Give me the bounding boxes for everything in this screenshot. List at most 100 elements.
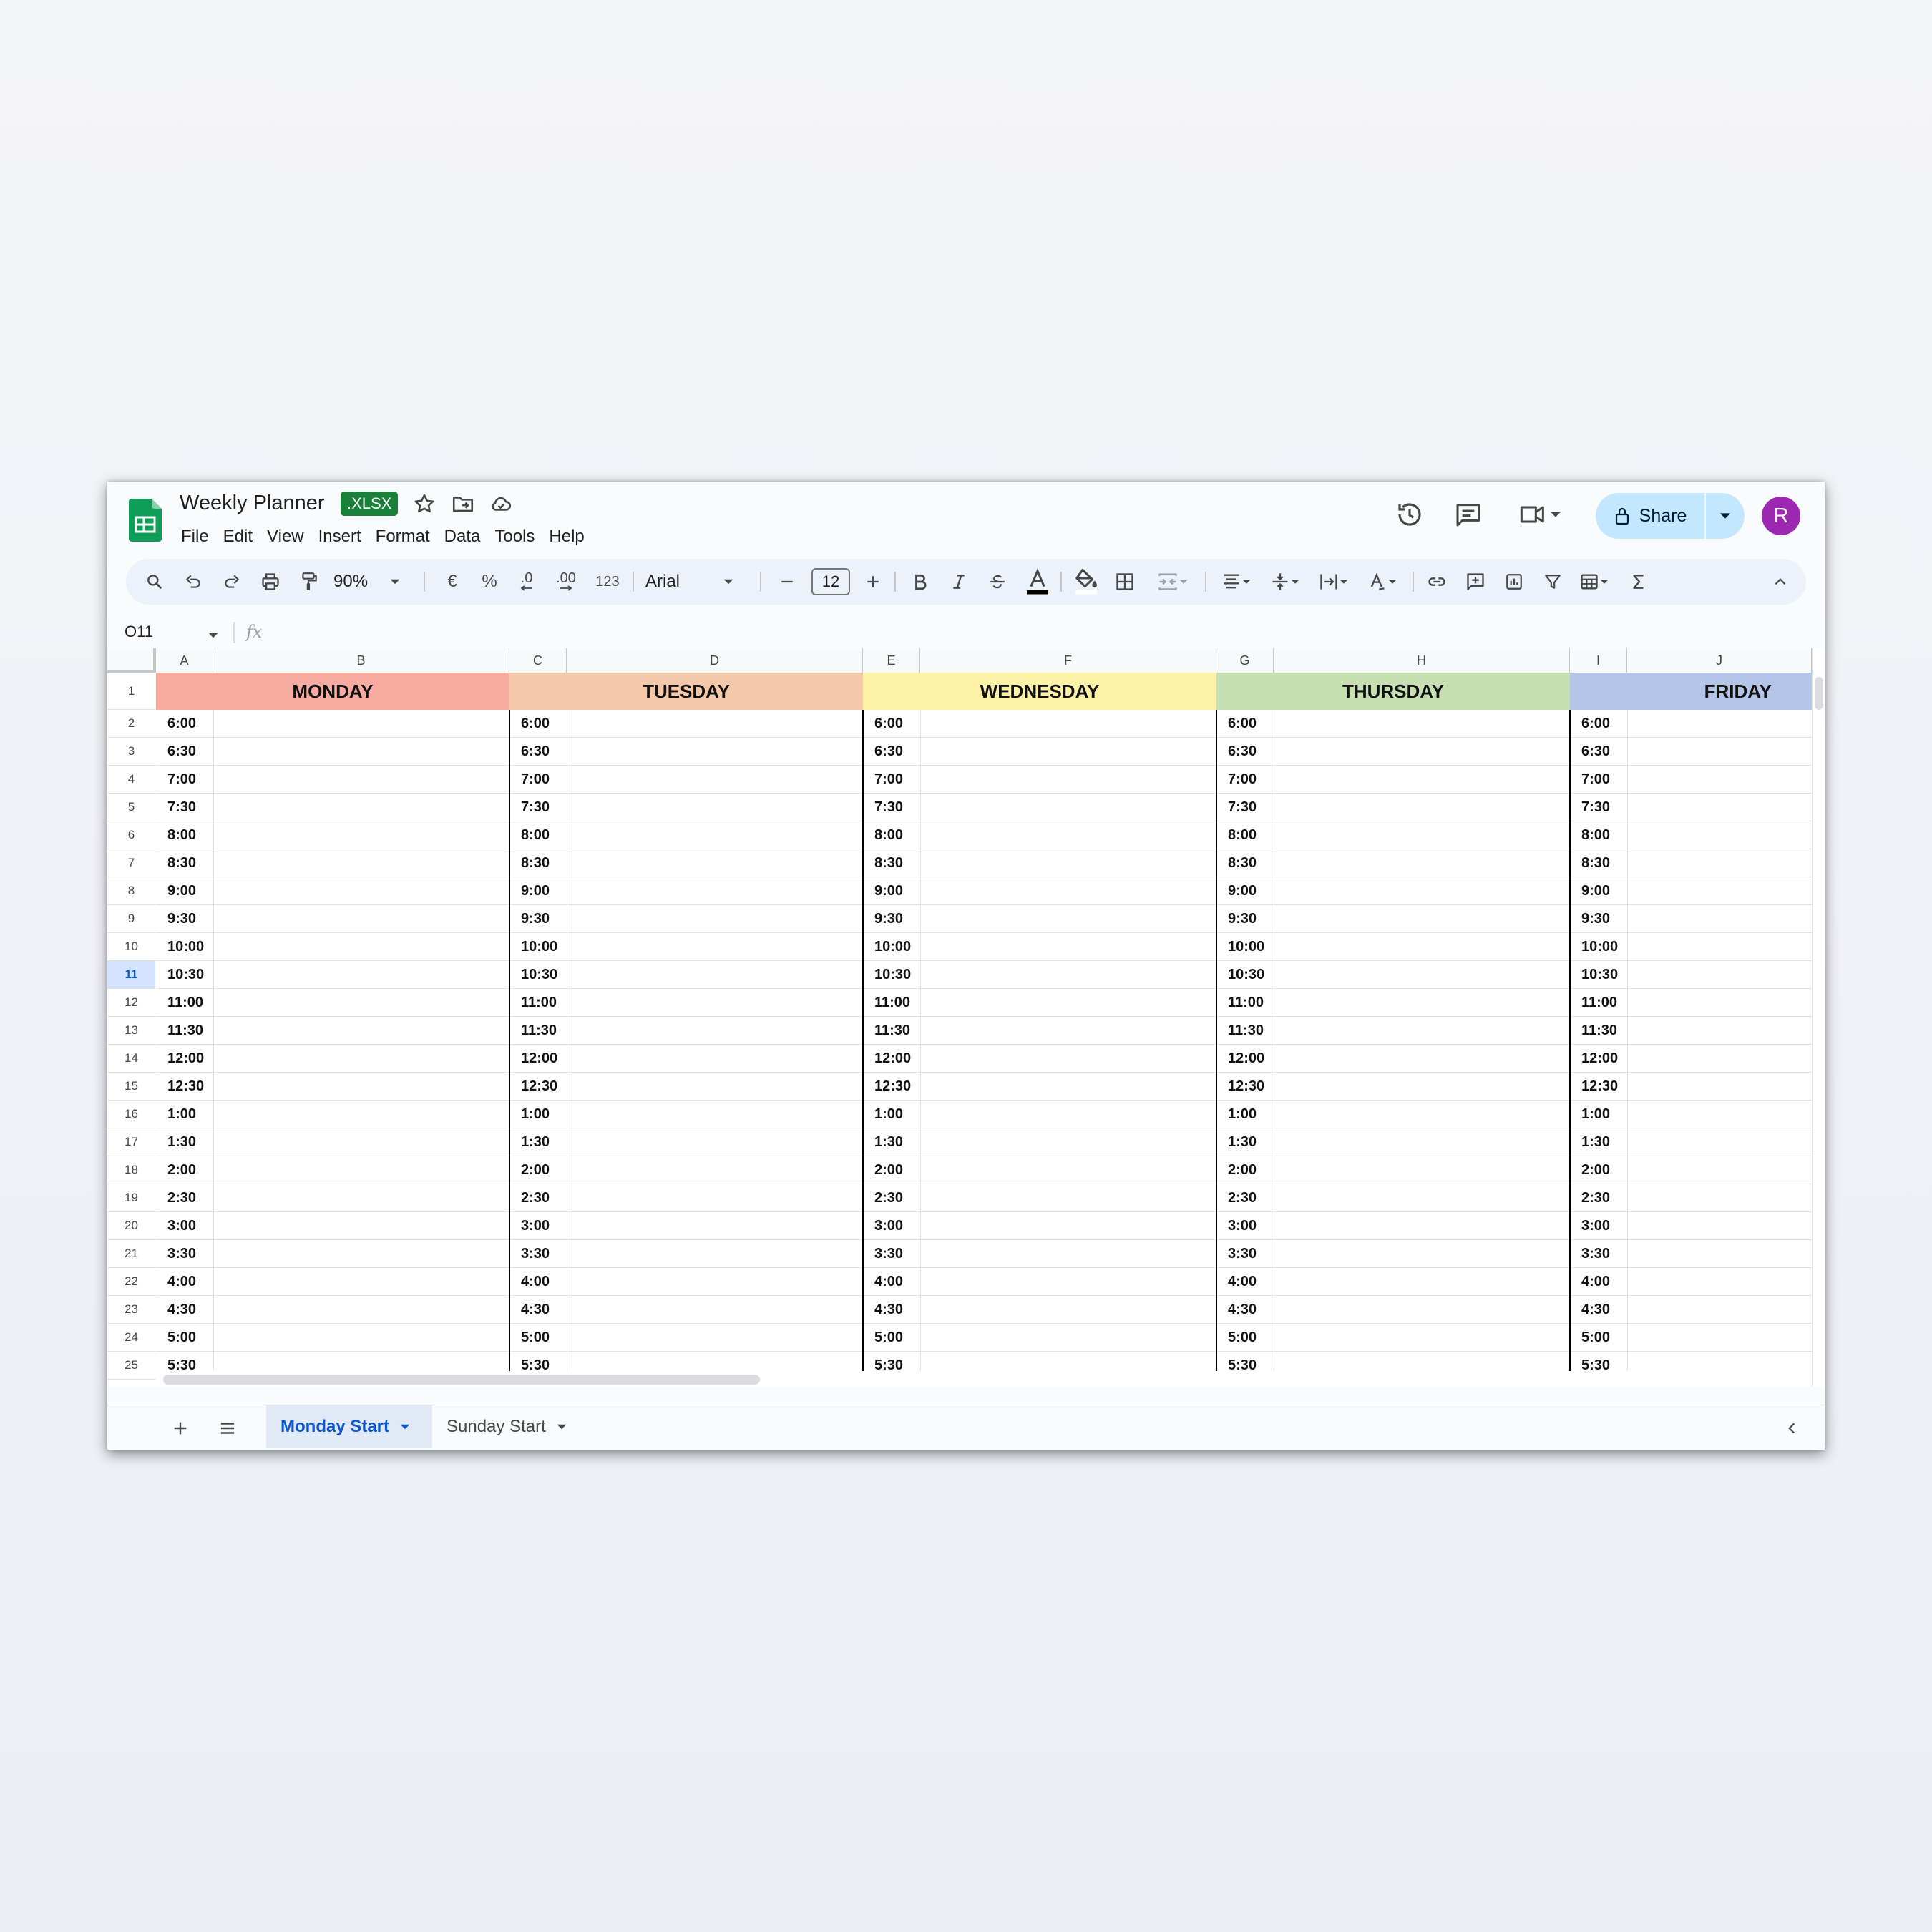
time-cell[interactable]: 2:00 — [1581, 1162, 1610, 1179]
time-cell[interactable]: 3:00 — [521, 1218, 550, 1234]
time-cell[interactable]: 9:30 — [874, 911, 903, 927]
search-menus-button[interactable] — [140, 559, 169, 605]
time-cell[interactable]: 12:30 — [1581, 1078, 1618, 1095]
time-cell[interactable]: 3:30 — [1581, 1246, 1610, 1262]
time-cell[interactable]: 12:00 — [521, 1050, 557, 1067]
row-header-17[interactable]: 17 — [107, 1128, 155, 1156]
row-header-1[interactable]: 1 — [107, 673, 155, 710]
time-cell[interactable]: 12:00 — [874, 1050, 911, 1067]
row-header-12[interactable]: 12 — [107, 989, 155, 1017]
star-icon[interactable] — [412, 492, 436, 516]
time-cell[interactable]: 9:00 — [167, 883, 196, 899]
time-cell[interactable]: 1:00 — [874, 1106, 903, 1123]
horizontal-scroll-thumb[interactable] — [163, 1375, 760, 1385]
time-cell[interactable]: 7:00 — [167, 771, 196, 788]
time-cell[interactable]: 12:30 — [521, 1078, 557, 1095]
time-cell[interactable]: 12:00 — [1581, 1050, 1618, 1067]
time-cell[interactable]: 6:30 — [167, 743, 196, 760]
time-cell[interactable]: 1:30 — [521, 1134, 550, 1151]
time-cell[interactable]: 11:00 — [1581, 995, 1617, 1011]
time-cell[interactable]: 5:00 — [167, 1330, 196, 1346]
time-cell[interactable]: 2:30 — [1581, 1190, 1610, 1206]
row-header-22[interactable]: 22 — [107, 1268, 155, 1296]
merge-cells-button[interactable] — [1148, 559, 1198, 605]
row-header-25[interactable]: 25 — [107, 1352, 155, 1380]
time-cell[interactable]: 9:00 — [874, 883, 903, 899]
column-header-e[interactable]: E — [863, 648, 920, 673]
vertical-align-button[interactable] — [1262, 559, 1308, 605]
time-cell[interactable]: 7:30 — [1228, 799, 1257, 816]
time-cell[interactable]: 6:30 — [874, 743, 903, 760]
document-title[interactable]: Weekly Planner — [180, 492, 325, 515]
time-cell[interactable]: 11:00 — [874, 995, 910, 1011]
time-cell[interactable]: 12:30 — [874, 1078, 911, 1095]
row-header-14[interactable]: 14 — [107, 1045, 155, 1073]
time-cell[interactable]: 10:00 — [167, 939, 204, 955]
time-cell[interactable]: 9:30 — [1581, 911, 1610, 927]
time-cell[interactable]: 10:30 — [167, 967, 204, 983]
time-cell[interactable]: 1:30 — [1228, 1134, 1257, 1151]
time-cell[interactable]: 4:30 — [874, 1302, 903, 1318]
time-cell[interactable]: 12:00 — [167, 1050, 204, 1067]
time-cell[interactable]: 3:00 — [1581, 1218, 1610, 1234]
day-header-tuesday[interactable]: TUESDAY — [509, 673, 863, 710]
time-cell[interactable]: 10:00 — [1581, 939, 1618, 955]
column-header-b[interactable]: B — [213, 648, 509, 673]
time-cell[interactable]: 4:00 — [521, 1274, 550, 1290]
time-cell[interactable]: 1:00 — [521, 1106, 550, 1123]
row-header-7[interactable]: 7 — [107, 849, 155, 877]
time-cell[interactable]: 9:00 — [1228, 883, 1257, 899]
time-cell[interactable]: 1:00 — [1228, 1106, 1257, 1123]
number-format-button[interactable]: 123 — [590, 559, 625, 605]
time-cell[interactable]: 6:00 — [874, 716, 903, 732]
menu-view[interactable]: View — [260, 525, 311, 549]
bold-button[interactable] — [906, 559, 935, 605]
time-cell[interactable]: 6:30 — [1228, 743, 1257, 760]
hide-menus-button[interactable] — [1766, 559, 1795, 605]
time-cell[interactable]: 7:30 — [521, 799, 550, 816]
time-cell[interactable]: 1:30 — [1581, 1134, 1610, 1151]
horizontal-scrollbar[interactable] — [156, 1371, 1812, 1387]
time-cell[interactable]: 5:00 — [521, 1330, 550, 1346]
time-cell[interactable]: 10:00 — [874, 939, 911, 955]
row-header-19[interactable]: 19 — [107, 1184, 155, 1212]
all-sheets-button[interactable] — [212, 1413, 243, 1444]
time-cell[interactable]: 11:00 — [1228, 995, 1264, 1011]
time-cell[interactable]: 3:00 — [874, 1218, 903, 1234]
time-cell[interactable]: 8:00 — [1228, 827, 1257, 844]
time-cell[interactable]: 6:00 — [521, 716, 550, 732]
undo-button[interactable] — [179, 559, 208, 605]
strikethrough-button[interactable] — [983, 559, 1012, 605]
time-cell[interactable]: 6:30 — [521, 743, 550, 760]
select-all-corner[interactable] — [107, 648, 156, 673]
font-size-input[interactable]: 12 — [811, 568, 850, 595]
borders-button[interactable] — [1111, 559, 1139, 605]
time-cell[interactable]: 6:00 — [167, 716, 196, 732]
time-cell[interactable]: 3:00 — [1228, 1218, 1257, 1234]
time-cell[interactable]: 4:30 — [521, 1302, 550, 1318]
chevron-down-icon[interactable] — [399, 1421, 411, 1433]
chevron-down-icon[interactable] — [208, 630, 219, 641]
decrease-decimal-button[interactable]: .0 — [511, 559, 542, 605]
time-cell[interactable]: 10:30 — [521, 967, 557, 983]
redo-button[interactable] — [218, 559, 246, 605]
time-cell[interactable]: 5:00 — [874, 1330, 903, 1346]
time-cell[interactable]: 11:30 — [167, 1023, 203, 1039]
create-filter-button[interactable] — [1538, 559, 1567, 605]
time-cell[interactable]: 12:00 — [1228, 1050, 1264, 1067]
move-folder-icon[interactable] — [451, 492, 475, 516]
account-avatar[interactable]: R — [1762, 497, 1800, 535]
vertical-scrollbar[interactable] — [1812, 648, 1825, 1387]
fill-color-button[interactable] — [1070, 559, 1102, 605]
insert-link-button[interactable] — [1423, 559, 1451, 605]
time-cell[interactable]: 2:30 — [874, 1190, 903, 1206]
time-cell[interactable]: 8:30 — [1581, 855, 1610, 872]
time-cell[interactable]: 3:30 — [1228, 1246, 1257, 1262]
column-header-j[interactable]: J — [1627, 648, 1812, 673]
row-header-16[interactable]: 16 — [107, 1101, 155, 1128]
row-header-23[interactable]: 23 — [107, 1296, 155, 1324]
column-header-d[interactable]: D — [567, 648, 863, 673]
vertical-scroll-thumb[interactable] — [1815, 677, 1823, 710]
time-cell[interactable]: 1:00 — [1581, 1106, 1610, 1123]
increase-font-size-button[interactable] — [859, 559, 887, 605]
